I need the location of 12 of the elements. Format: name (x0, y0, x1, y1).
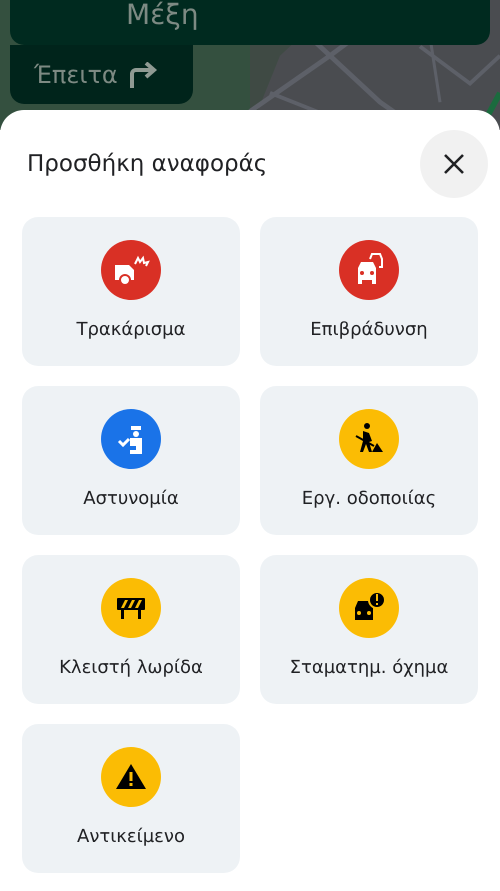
report-option[interactable]: Επιβράδυνση (260, 217, 478, 366)
report-option[interactable]: Αστυνομία (22, 386, 240, 535)
street-name: Μέξη (126, 0, 199, 31)
next-turn-label: Έπειτα (34, 60, 118, 88)
report-option[interactable]: Κλειστή λωρίδα (22, 555, 240, 704)
turn-right-icon (128, 62, 158, 88)
report-option[interactable]: Σταματημ. όχημα (260, 555, 478, 704)
report-option[interactable]: Τρακάρισμα (22, 217, 240, 366)
close-icon (442, 152, 466, 176)
report-option[interactable]: Εργ. οδοποιίας (260, 386, 478, 535)
sheet-title: Προσθήκη αναφοράς (26, 151, 268, 177)
report-option[interactable]: Αντικείμενο (22, 724, 240, 873)
